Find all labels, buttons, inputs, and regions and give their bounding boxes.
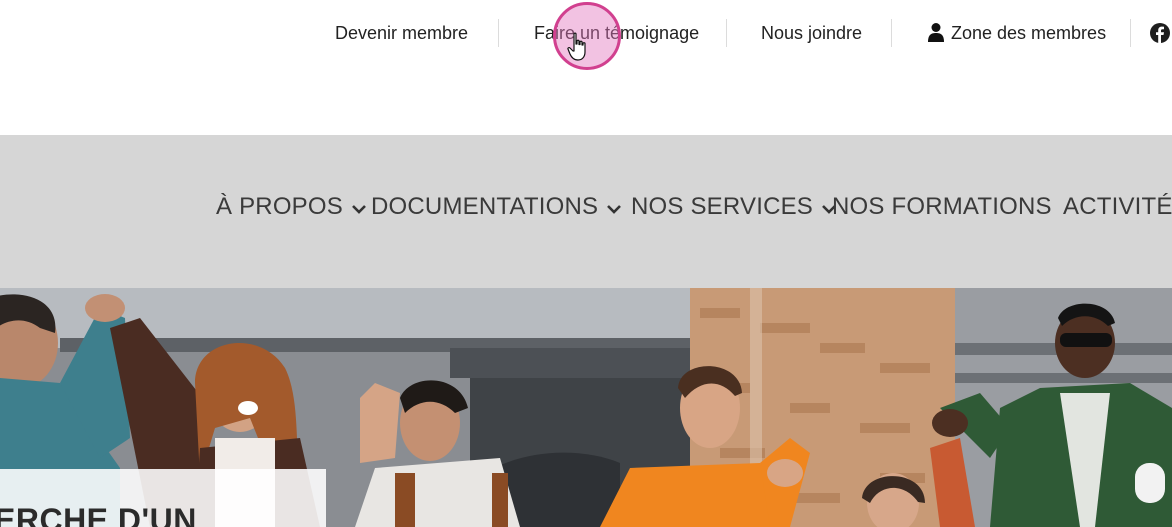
main-navigation: À PROPOS DOCUMENTATIONS NOS SERVICES NOS… bbox=[0, 135, 1172, 288]
zone-membres-label: Zone des membres bbox=[951, 23, 1107, 43]
hero-title: ERCHE D'UN bbox=[0, 502, 197, 527]
nav-label: DOCUMENTATIONS bbox=[371, 193, 599, 220]
link-devenir-membre[interactable]: Devenir membre bbox=[335, 21, 468, 45]
chevron-down-icon bbox=[352, 205, 366, 214]
hero-banner: ERCHE D'UN bbox=[0, 288, 1172, 527]
user-icon bbox=[928, 23, 944, 42]
facebook-icon[interactable] bbox=[1150, 23, 1170, 43]
chevron-down-icon bbox=[607, 205, 622, 214]
hand-cursor-icon bbox=[567, 32, 586, 61]
nav-documentations[interactable]: DOCUMENTATIONS bbox=[371, 192, 622, 222]
nav-a-propos[interactable]: À PROPOS bbox=[216, 192, 367, 222]
nav-label: À PROPOS bbox=[216, 193, 343, 220]
nav-label: NOS SERVICES bbox=[631, 193, 814, 220]
divider bbox=[498, 19, 499, 47]
link-zone-membres[interactable]: Zone des membres bbox=[927, 21, 1106, 45]
divider bbox=[891, 19, 892, 47]
nav-activites[interactable]: ACTIVITÉS bbox=[1063, 192, 1172, 222]
nav-nos-services[interactable]: NOS SERVICES bbox=[631, 192, 837, 222]
nav-nos-formations[interactable]: NOS FORMATIONS bbox=[832, 192, 1052, 222]
divider bbox=[726, 19, 727, 47]
link-nous-joindre[interactable]: Nous joindre bbox=[761, 21, 862, 45]
divider bbox=[1130, 19, 1131, 47]
